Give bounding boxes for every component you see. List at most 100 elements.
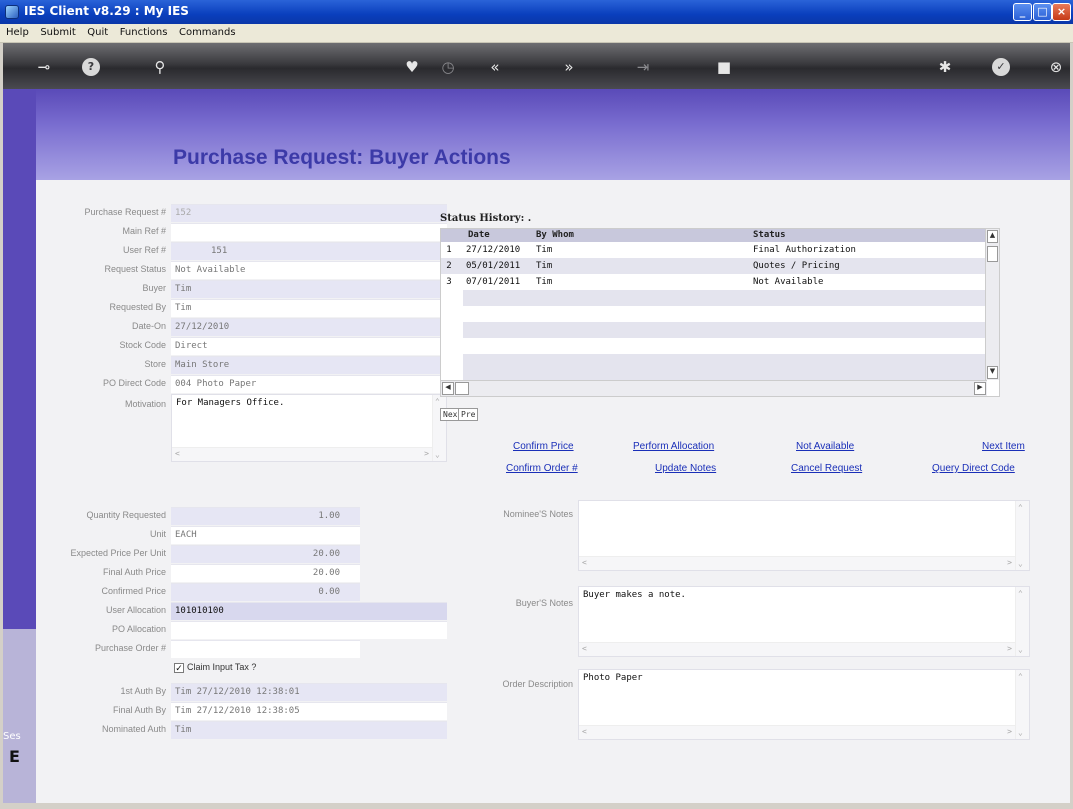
motivation-textarea[interactable]: For Managers Office. ⌃ ⌄ < > [171, 394, 447, 462]
perform-allocation-link[interactable]: Perform Allocation [633, 441, 714, 452]
scroll-up-icon[interactable]: ▲ [987, 230, 998, 243]
main-ref-label: Main Ref # [122, 226, 166, 236]
table-row[interactable]: 1 27/12/2010 Tim Final Authorization [441, 242, 987, 258]
motivation-text: For Managers Office. [176, 398, 285, 408]
nominee-notes-textarea[interactable]: ⌃ ⌄ < > [578, 500, 1030, 571]
table-row[interactable]: 3 07/01/2011 Tim Not Available [441, 274, 987, 290]
table-row[interactable]: 2 05/01/2011 Tim Quotes / Pricing [441, 258, 987, 274]
nominated-auth-field: Tim [171, 721, 447, 739]
ok-icon[interactable]: ✓ [992, 58, 1010, 76]
purchase-order-label: Purchase Order # [94, 643, 166, 653]
back-icon[interactable]: « [486, 58, 504, 76]
buyer-label: Buyer [142, 283, 166, 293]
requested-by-field: Tim [171, 299, 447, 317]
prev-page-button[interactable]: Pre [458, 408, 479, 421]
quantity-requested-field[interactable]: 1.00 [171, 507, 360, 525]
menu-functions[interactable]: Functions [116, 24, 172, 41]
order-description-textarea[interactable]: Photo Paper ⌃ ⌄ < > [578, 669, 1030, 740]
user-allocation-label: User Allocation [105, 605, 166, 615]
confirm-order-link[interactable]: Confirm Order # [506, 463, 578, 474]
final-auth-by-field: Tim 27/12/2010 12:38:05 [171, 702, 447, 720]
user-ref-field[interactable]: 151 [171, 242, 447, 260]
menu-help[interactable]: Help [2, 24, 33, 41]
tab-icon[interactable]: ⇥ [634, 58, 652, 76]
stop-icon[interactable]: ■ [715, 58, 733, 76]
scroll-thumb-h[interactable] [455, 382, 469, 395]
claim-input-tax-checkbox[interactable]: ✓ [174, 663, 184, 673]
not-available-link[interactable]: Not Available [796, 441, 854, 452]
motivation-label: Motivation [124, 399, 166, 409]
menu-quit[interactable]: Quit [83, 24, 112, 41]
menu-submit[interactable]: Submit [36, 24, 79, 41]
table-row [463, 322, 987, 338]
confirm-price-link[interactable]: Confirm Price [513, 441, 574, 452]
update-notes-link[interactable]: Update Notes [655, 463, 716, 474]
table-row [441, 306, 987, 322]
request-status-field: Not Available [171, 261, 447, 279]
maximize-button[interactable]: □ [1033, 3, 1052, 21]
confirmed-price-field[interactable]: 0.00 [171, 583, 360, 601]
scroll-right-icon[interactable]: ▶ [974, 382, 986, 395]
buyer-notes-textarea[interactable]: Buyer makes a note. ⌃ ⌄ < > [578, 586, 1030, 657]
date-on-label: Date-On [131, 321, 166, 331]
settings-icon[interactable]: ✱ [936, 58, 954, 76]
buyer-notes-text: Buyer makes a note. [583, 590, 686, 600]
order-description-text: Photo Paper [583, 673, 643, 683]
motivation-hscroll[interactable]: < > [172, 447, 432, 461]
heart-icon[interactable]: ♥ [403, 58, 421, 76]
po-direct-code-field: 004 Photo Paper [171, 375, 447, 393]
grid-vertical-scrollbar[interactable]: ▲ ▼ [985, 229, 999, 380]
final-auth-price-label: Final Auth Price [102, 567, 166, 577]
first-auth-by-field: Tim 27/12/2010 12:38:01 [171, 683, 447, 701]
quantity-requested-label: Quantity Requested [86, 510, 166, 520]
user-allocation-field[interactable]: 101010100 [171, 602, 447, 620]
store-field: Main Store [171, 356, 447, 374]
user-ref-label: User Ref # [122, 245, 166, 255]
expected-price-label: Expected Price Per Unit [70, 548, 166, 558]
scroll-left-icon[interactable]: ◀ [442, 382, 454, 395]
menu-commands[interactable]: Commands [175, 24, 240, 41]
close-window-button[interactable]: × [1052, 3, 1071, 21]
store-label: Store [144, 359, 166, 369]
purchase-order-field[interactable] [171, 640, 360, 658]
app-icon [5, 5, 19, 19]
final-auth-by-label: Final Auth By [112, 705, 166, 715]
po-allocation-label: PO Allocation [111, 624, 166, 634]
claim-input-tax-label: Claim Input Tax ? [187, 662, 257, 672]
help-icon[interactable]: ? [82, 58, 100, 76]
claim-input-tax-row[interactable]: ✓ Claim Input Tax ? [174, 662, 256, 673]
table-row [463, 290, 987, 306]
grid-horizontal-scrollbar[interactable]: ◀ ▶ [441, 380, 987, 396]
purchase-request-field[interactable]: 152 [171, 204, 447, 222]
main-ref-field[interactable] [171, 223, 447, 241]
cancel-request-link[interactable]: Cancel Request [791, 463, 862, 474]
clock-icon[interactable]: ◷ [439, 58, 457, 76]
unit-label: Unit [149, 529, 166, 539]
minimize-button[interactable]: _ [1013, 3, 1032, 21]
nominee-notes-label: Nominee'S Notes [503, 509, 573, 519]
search-icon[interactable]: ⚲ [151, 58, 169, 76]
query-direct-code-link[interactable]: Query Direct Code [932, 463, 1015, 474]
scroll-down-icon[interactable]: ▼ [987, 366, 998, 379]
key-icon[interactable]: ⊸ [28, 58, 60, 76]
first-auth-by-label: 1st Auth By [120, 686, 166, 696]
final-auth-price-field: 20.00 [171, 564, 360, 582]
forward-icon[interactable]: » [560, 58, 578, 76]
window-title: IES Client v8.29 : My IES [24, 4, 189, 18]
title-bar: IES Client v8.29 : My IES _ □ × [0, 0, 1073, 24]
nominated-auth-label: Nominated Auth [101, 724, 166, 734]
close-icon[interactable]: ⊗ [1047, 58, 1065, 76]
next-item-link[interactable]: Next Item [982, 441, 1025, 452]
left-strip: Ses E [3, 89, 36, 803]
toolbar: ⊸ ? ⚲ ♥ ◷ « » ⇥ ■ ✱ ✓ ⊗ [3, 43, 1070, 89]
buyer-field[interactable]: Tim [171, 280, 447, 298]
scroll-thumb[interactable] [987, 246, 998, 262]
motivation-vscroll[interactable]: ⌃ ⌄ [432, 395, 446, 461]
col-date: Date [468, 230, 490, 240]
session-e: E [9, 747, 20, 766]
table-row [441, 338, 987, 354]
buyer-notes-label: Buyer'S Notes [515, 598, 573, 608]
po-allocation-field[interactable] [171, 621, 447, 639]
status-history-header: Date By Whom Status [441, 229, 987, 242]
status-history-grid[interactable]: Date By Whom Status 1 27/12/2010 Tim Fin… [440, 228, 1000, 397]
